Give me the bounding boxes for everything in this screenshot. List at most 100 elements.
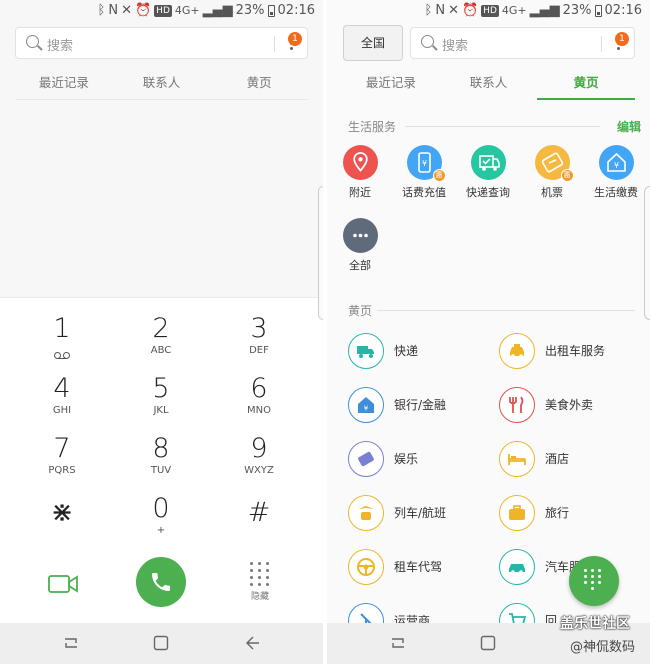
location-pin-icon [342, 145, 378, 180]
video-call-button[interactable] [48, 574, 78, 598]
keypad-icon [246, 562, 274, 586]
key-3[interactable]: 3 DEF [214, 314, 304, 370]
voicemail-icon [54, 352, 70, 359]
yp-item-travel[interactable]: 旅行 [499, 493, 649, 533]
key-6[interactable]: 6 MNO [214, 374, 304, 430]
home-icon[interactable] [480, 635, 496, 651]
recent-apps-icon[interactable] [62, 635, 80, 651]
fork-knife-icon [499, 387, 535, 423]
tab-recents[interactable]: 最近记录 [15, 68, 113, 99]
key-letters: JKL [153, 405, 169, 416]
key-2[interactable]: 2 ABC [116, 314, 206, 370]
service-label: 话费充值 [402, 186, 446, 199]
key-star[interactable]: ⋇ [17, 498, 107, 554]
yp-item-express[interactable]: 快递 [348, 331, 498, 371]
home-icon[interactable] [153, 635, 169, 651]
hd-badge: HD [481, 4, 499, 17]
yp-item-taxi[interactable]: 出租车服务 [499, 331, 649, 371]
tab-contacts[interactable]: 联系人 [440, 68, 538, 100]
call-button[interactable] [136, 557, 186, 607]
region-button[interactable]: 全国 [343, 25, 403, 61]
svg-text:¥: ¥ [364, 405, 369, 413]
yp-label: 列车/航班 [394, 506, 447, 520]
search-bar[interactable]: 搜索 1 [410, 27, 635, 59]
hide-keypad-button[interactable]: 隐藏 [246, 562, 274, 602]
search-bar[interactable]: 搜索 1 [15, 27, 308, 59]
service-express-tracking[interactable]: 快递查询 [456, 145, 520, 200]
service-label: 全部 [349, 259, 371, 272]
alarm-icon: ⏰ [134, 3, 152, 18]
watermark-author: @神侃数码 [570, 640, 636, 655]
yp-item-bank[interactable]: ¥ 银行/金融 [348, 385, 498, 425]
divider [601, 36, 602, 52]
promo-badge: 惠 [560, 169, 574, 182]
tab-contacts[interactable]: 联系人 [113, 68, 211, 99]
bluetooth-icon: ᛒ [424, 3, 433, 18]
open-dialpad-button[interactable] [569, 556, 619, 606]
key-9[interactable]: 9 WXYZ [214, 434, 304, 490]
section-divider [405, 126, 600, 127]
mute-icon: ✕ [121, 3, 132, 18]
key-digit: 6 [250, 373, 268, 404]
yp-label: 娱乐 [394, 452, 419, 466]
key-digit: 9 [250, 433, 268, 464]
watermark-community: 盖乐世社区 [560, 616, 630, 632]
key-digit: ⋇ [50, 497, 74, 528]
key-hash[interactable]: # [214, 498, 304, 554]
recent-apps-icon[interactable] [389, 635, 407, 651]
yp-item-entertainment[interactable]: 娱乐 [348, 439, 498, 479]
key-digit: 8 [152, 433, 170, 464]
key-letters: GHI [52, 405, 72, 416]
key-0[interactable]: 0 + [116, 494, 206, 550]
yp-label: 快递 [394, 344, 419, 358]
service-utility-bills[interactable]: ¥ 生活缴费 [584, 145, 648, 200]
key-4[interactable]: 4 GHI [17, 374, 107, 430]
status-bar: ᛒ Ν ✕ ⏰ HD 4G+ ▂▄▆ 23% 02:16 [0, 0, 323, 22]
tab-yellow-pages[interactable]: 黄页 [210, 68, 308, 99]
yp-item-train-flight[interactable]: 列车/航班 [348, 493, 498, 533]
section-divider [377, 310, 635, 311]
phone-topup-icon: ¥ 惠 [406, 145, 446, 182]
suitcase-icon [499, 495, 535, 531]
notification-badge: 1 [288, 32, 302, 46]
key-5[interactable]: 5 JKL [116, 374, 206, 430]
battery-percent: 23% [235, 3, 265, 18]
nfc-icon: Ν [108, 3, 119, 18]
yp-label: 美食外卖 [545, 398, 594, 412]
edge-panel-handle[interactable] [644, 186, 650, 320]
tab-recents[interactable]: 最近记录 [342, 68, 440, 100]
yellow-pages-screen: ᛒ Ν ✕ ⏰ HD 4G+ ▂▄▆ 23% 02:16 全国 搜索 1 最近记… [327, 0, 650, 664]
yp-item-car-rental[interactable]: 租车代驾 [348, 547, 498, 587]
battery-icon [594, 4, 602, 17]
notification-badge: 1 [615, 32, 629, 46]
home-bill-icon: ¥ [598, 145, 634, 180]
tab-yellow-pages[interactable]: 黄页 [537, 68, 636, 100]
key-8[interactable]: 8 TUV [116, 434, 206, 490]
back-icon[interactable] [244, 635, 260, 651]
edit-button[interactable]: 编辑 [617, 118, 641, 135]
key-1[interactable]: 1 [17, 314, 107, 370]
key-digit: 3 [250, 313, 268, 344]
yp-label: 银行/金融 [394, 398, 447, 412]
yp-label: 酒店 [545, 452, 570, 466]
yp-item-hotel[interactable]: 酒店 [499, 439, 649, 479]
hide-label: 隐藏 [250, 592, 269, 602]
svg-text:¥: ¥ [421, 159, 426, 168]
car-icon [499, 549, 535, 585]
service-phone-topup[interactable]: ¥ 惠 话费充值 [392, 145, 456, 200]
key-letters: TUV [150, 465, 172, 476]
key-7[interactable]: 7 PQRS [17, 434, 107, 490]
service-nearby[interactable]: 附近 [328, 145, 392, 200]
key-letters: PQRS [48, 465, 76, 476]
search-icon [421, 35, 434, 48]
search-icon [26, 35, 39, 48]
edge-panel-handle[interactable] [318, 186, 323, 320]
more-dots-icon [342, 218, 378, 253]
dialer-screen: ᛒ Ν ✕ ⏰ HD 4G+ ▂▄▆ 23% 02:16 搜索 1 最近记录 联… [0, 0, 323, 664]
yp-item-food[interactable]: 美食外卖 [499, 385, 649, 425]
taxi-icon [499, 333, 535, 369]
truck-icon [348, 333, 384, 369]
service-all[interactable]: 全部 [328, 218, 392, 273]
key-digit: 0 [152, 493, 170, 524]
service-flight-tickets[interactable]: 惠 机票 [520, 145, 584, 200]
